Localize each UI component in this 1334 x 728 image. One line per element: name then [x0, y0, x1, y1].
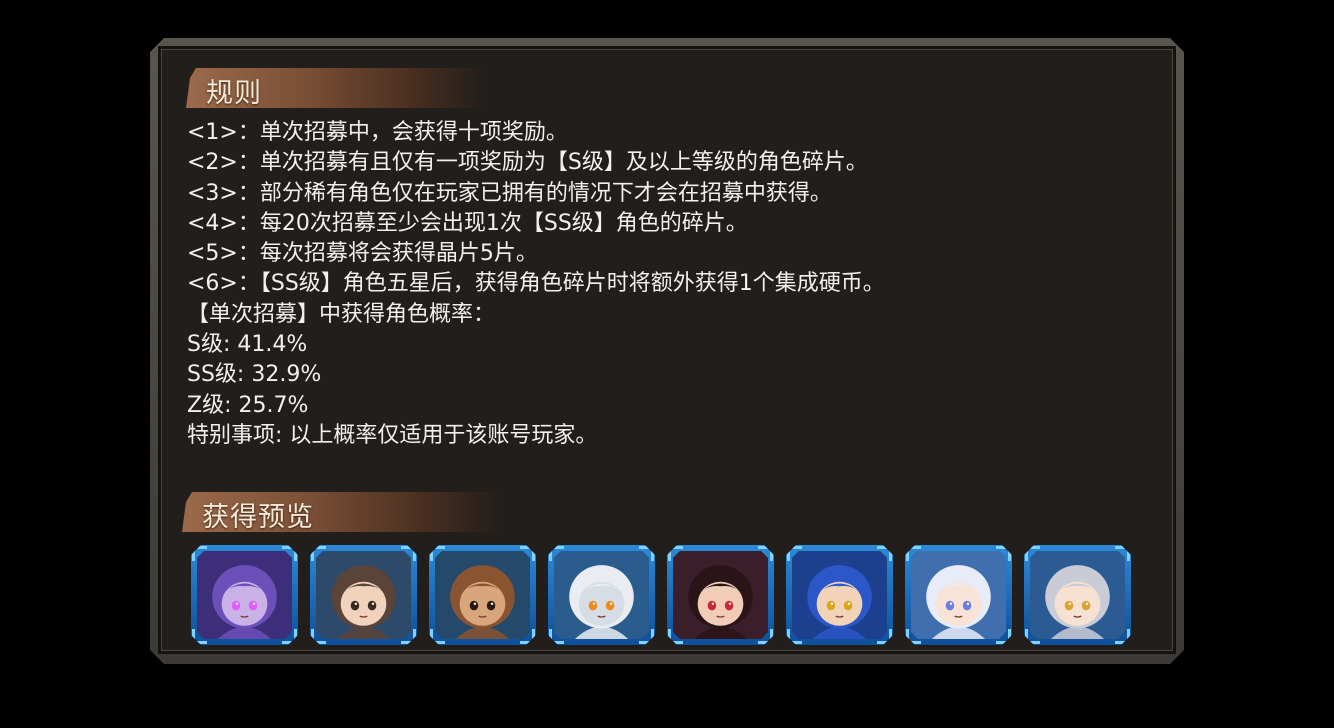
frame-corner-ornament	[520, 546, 535, 561]
preview-section-header: 获得预览	[182, 492, 502, 532]
portrait-purple-hooded[interactable]	[191, 545, 298, 645]
portrait-image	[197, 551, 292, 639]
probability-heading: 【单次招募】中获得角色概率：	[187, 301, 496, 327]
rule-line: <4>：每20次招募至少会出现1次【SS级】角色的碎片。	[187, 210, 748, 236]
rule-line: <3>：部分稀有角色仅在玩家已拥有的情况下才会在招募中获得。	[187, 180, 832, 206]
frame-corner-ornament	[787, 629, 802, 644]
portrait-image	[792, 551, 887, 639]
frame-corner-ornament	[1025, 546, 1040, 561]
frame-corner-ornament	[1025, 629, 1040, 644]
frame-corner-ornament	[520, 629, 535, 644]
frame-corner-ornament	[758, 546, 773, 561]
frame-corner-ornament	[549, 546, 564, 561]
frame-corner-ornament	[1115, 629, 1130, 644]
frame-corner-ornament	[430, 546, 445, 561]
frame-corner-ornament	[906, 546, 921, 561]
frame-corner-ornament	[549, 629, 564, 644]
probability-ss-rank: SS级: 32.9%	[187, 362, 322, 388]
rule-line: <6>：【SS级】角色五星后，获得角色碎片时将额外获得1个集成硬币。	[187, 271, 885, 297]
frame-corner-ornament	[401, 546, 416, 561]
probability-z-rank: Z级: 25.7%	[187, 392, 309, 418]
frame-corner-ornament	[430, 629, 445, 644]
portrait-image	[911, 551, 1006, 639]
frame-corner-ornament	[787, 546, 802, 561]
frame-corner-ornament	[192, 629, 207, 644]
portrait-eyepatch-girl[interactable]	[667, 545, 774, 645]
frame-corner-ornament	[401, 629, 416, 644]
preview-section-title: 获得预览	[202, 502, 314, 533]
frame-corner-ornament	[1115, 546, 1130, 561]
frame-corner-ornament	[758, 629, 773, 644]
frame-corner-ornament	[639, 629, 654, 644]
portrait-white-hair-girl[interactable]	[905, 545, 1012, 645]
frame-corner-ornament	[668, 629, 683, 644]
portrait-white-mecha[interactable]	[548, 545, 655, 645]
frame-corner-ornament	[639, 546, 654, 561]
portrait-brown-spiky-man[interactable]	[429, 545, 536, 645]
portrait-image	[435, 551, 530, 639]
frame-corner-ornament	[282, 629, 297, 644]
frame-corner-ornament	[996, 629, 1011, 644]
rules-section-header: 规则	[186, 68, 486, 108]
portrait-image	[673, 551, 768, 639]
portrait-silver-cat-girl[interactable]	[1024, 545, 1131, 645]
frame-corner-ornament	[906, 629, 921, 644]
frame-corner-ornament	[996, 546, 1011, 561]
rules-list: <1>：单次招募中，会获得十项奖励。 <2>：单次招募有且仅有一项奖励为【S级】…	[187, 118, 885, 451]
frame-corner-ornament	[877, 629, 892, 644]
frame-corner-ornament	[311, 629, 326, 644]
preview-portrait-row	[191, 545, 1131, 645]
portrait-image	[1030, 551, 1125, 639]
portrait-brown-hair-girl[interactable]	[310, 545, 417, 645]
portrait-image	[316, 551, 411, 639]
probability-s-rank: S级: 41.4%	[187, 332, 308, 358]
rule-line: <2>：单次招募有且仅有一项奖励为【S级】及以上等级的角色碎片。	[187, 150, 868, 176]
frame-corner-ornament	[192, 546, 207, 561]
frame-corner-ornament	[668, 546, 683, 561]
rule-line: <5>：每次招募将会获得晶片5片。	[187, 241, 538, 267]
frame-corner-ornament	[311, 546, 326, 561]
frame-corner-ornament	[877, 546, 892, 561]
rule-line: <1>：单次招募中，会获得十项奖励。	[187, 120, 568, 145]
rules-section-title: 规则	[206, 78, 262, 109]
special-note: 特别事项: 以上概率仅适用于该账号玩家。	[187, 422, 598, 448]
portrait-image	[554, 551, 649, 639]
frame-corner-ornament	[282, 546, 297, 561]
portrait-blue-hair-man[interactable]	[786, 545, 893, 645]
